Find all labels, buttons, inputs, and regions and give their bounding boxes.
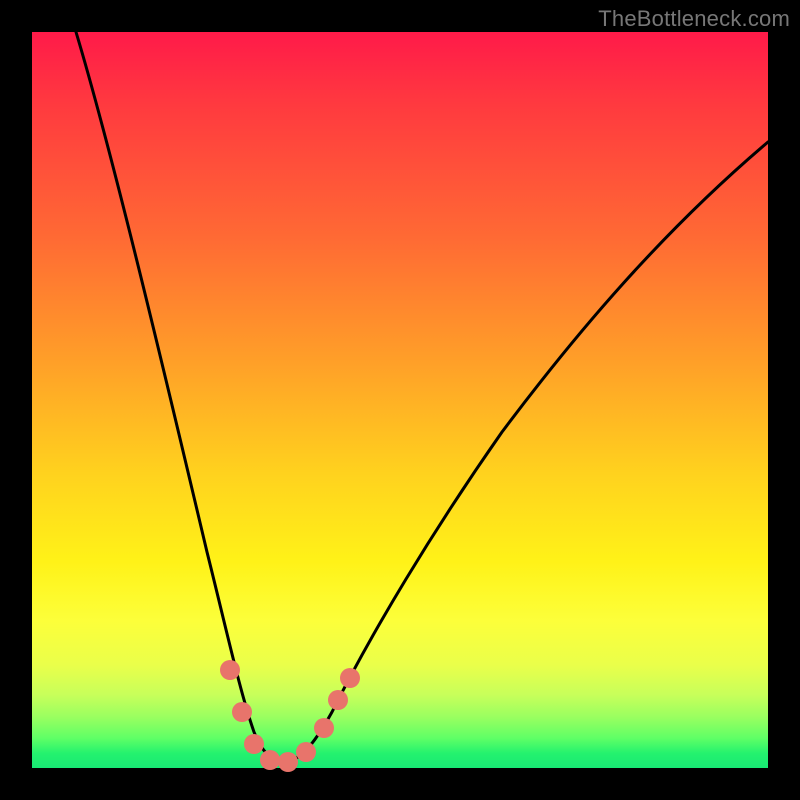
curve-marker [244, 734, 264, 754]
chart-svg [32, 32, 768, 768]
curve-marker [340, 668, 360, 688]
bottleneck-curve [76, 32, 768, 762]
curve-marker [260, 750, 280, 770]
chart-frame: TheBottleneck.com [0, 0, 800, 800]
chart-plot-area [32, 32, 768, 768]
watermark-text: TheBottleneck.com [598, 6, 790, 32]
curve-marker [314, 718, 334, 738]
curve-marker [232, 702, 252, 722]
curve-marker [278, 752, 298, 772]
curve-marker [296, 742, 316, 762]
curve-markers [220, 660, 360, 772]
curve-marker [328, 690, 348, 710]
curve-marker [220, 660, 240, 680]
